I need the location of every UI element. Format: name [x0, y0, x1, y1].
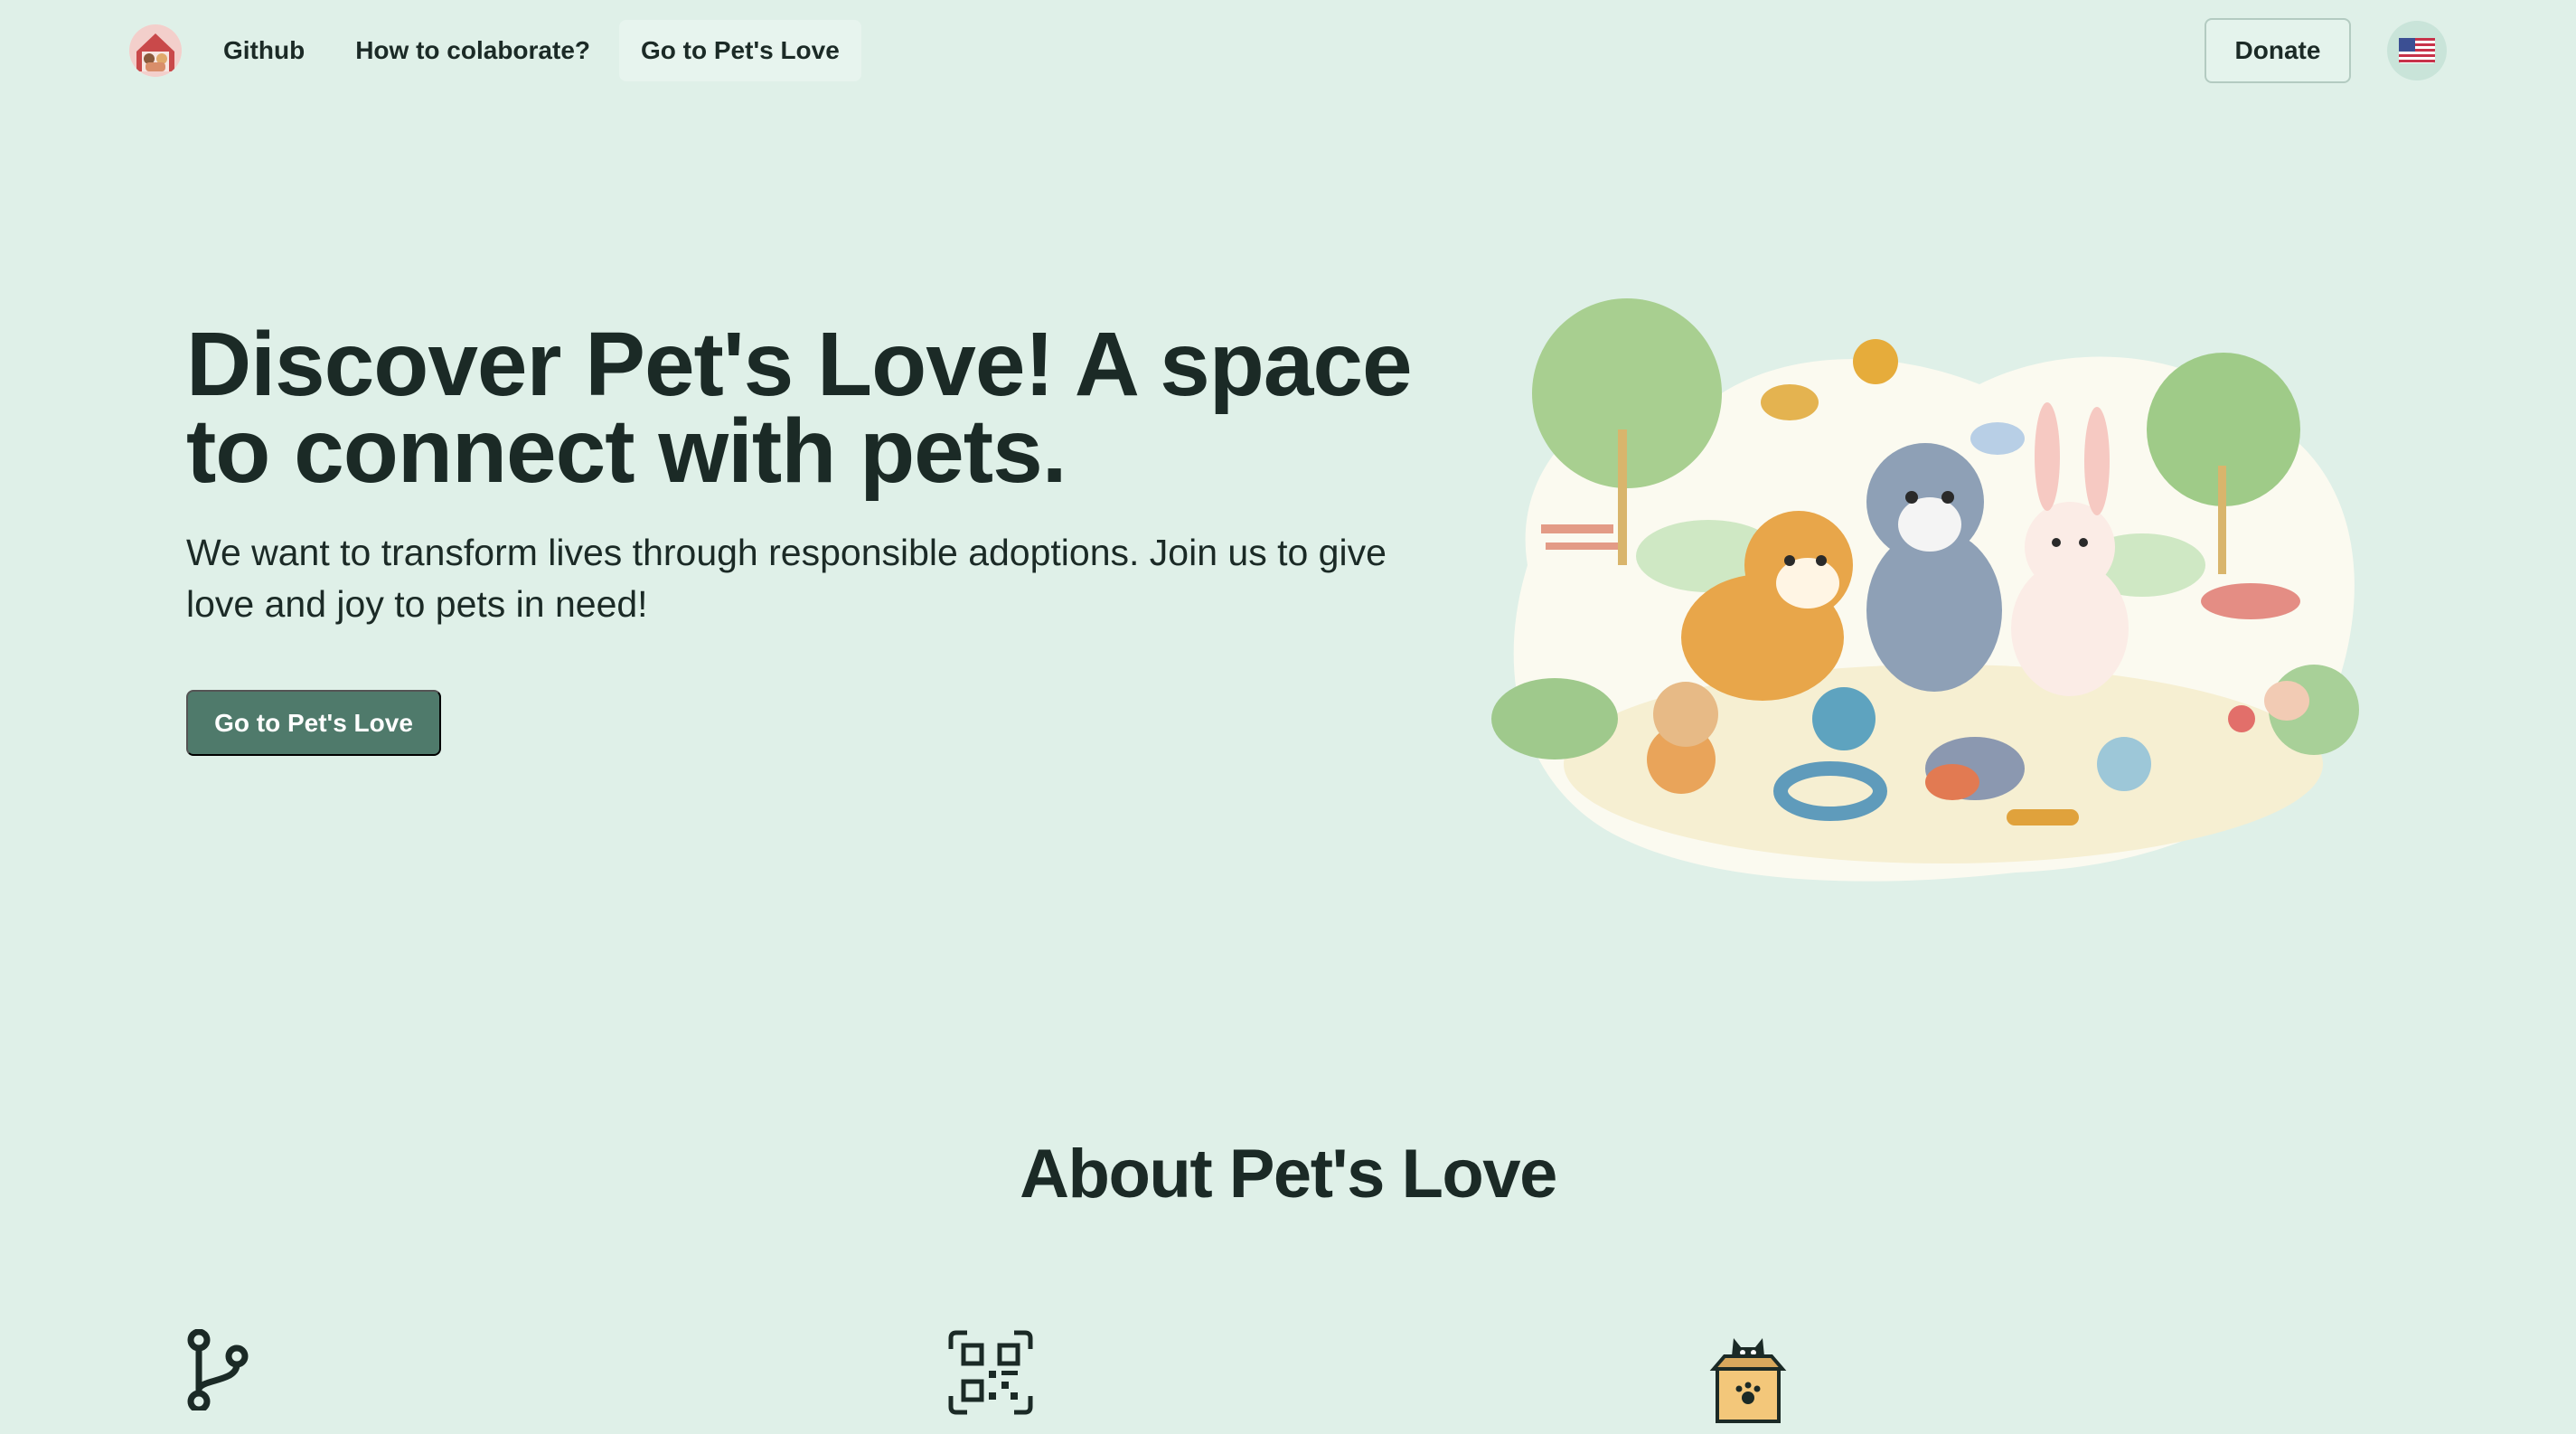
git-branch-icon — [187, 1329, 249, 1410]
nav-link-go-to-pets-love[interactable]: Go to Pet's Love — [619, 20, 861, 81]
language-switcher[interactable] — [2387, 21, 2447, 80]
nav-actions: Donate — [2205, 18, 2447, 83]
page: Github How to colaborate? Go to Pet's Lo… — [0, 0, 2576, 1434]
top-navbar: Github How to colaborate? Go to Pet's Lo… — [0, 0, 2576, 101]
donate-button[interactable]: Donate — [2205, 18, 2351, 83]
nav-link-how-to-collaborate[interactable]: How to colaborate? — [334, 20, 612, 81]
qr-code-icon — [948, 1330, 1033, 1415]
us-flag-icon — [2399, 38, 2435, 63]
nav-link-github[interactable]: Github — [202, 20, 326, 81]
cat-in-box-icon — [1709, 1338, 1787, 1423]
hero-title: Discover Pet's Love! A space to connect … — [186, 314, 1413, 502]
go-to-pets-love-button[interactable]: Go to Pet's Love — [186, 690, 441, 756]
hero-text: Discover Pet's Love! A space to connect … — [186, 314, 1452, 630]
about-title: About Pet's Love — [1020, 1136, 1557, 1212]
hero-subtitle: We want to transform lives through respo… — [186, 532, 1387, 625]
nav-links: Github How to colaborate? Go to Pet's Lo… — [202, 20, 861, 81]
logo-icon[interactable] — [129, 24, 182, 77]
pets-playing-in-park-illustration — [1491, 298, 2359, 882]
